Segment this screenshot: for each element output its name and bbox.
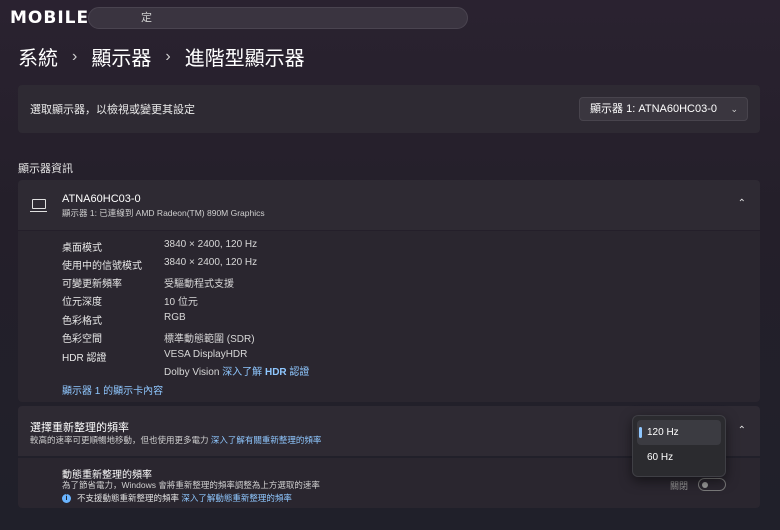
section-title: 顯示器資訊 (18, 163, 73, 175)
select-display-card: 選取顯示器，以檢視或變更其設定 顯示器 1: ATNA60HC03-0 ⌄ (18, 85, 760, 133)
adapter-properties-link[interactable]: 顯示器 1 的顯示卡內容 (62, 382, 163, 397)
refresh-rate-desc-text: 較高的速率可更順暢地移動，但也使用更多電力 (30, 435, 209, 445)
prop-value: 3840 × 2400, 120 Hz (164, 239, 258, 250)
chevron-right-icon: › (165, 47, 171, 65)
display-select-value: 顯示器 1: ATNA60HC03-0 (590, 103, 717, 115)
breadcrumb: 系統 › 顯示器 › 進階型顯示器 (18, 42, 305, 71)
prop-value: RGB (164, 312, 186, 323)
prop-label: 可變更新頻率 (62, 279, 122, 290)
dynamic-refresh-note-text: 不支援動態重新整理的頻率 (77, 493, 180, 503)
prop-value: 受驅動程式支援 (164, 279, 234, 290)
dynamic-refresh-toggle[interactable] (698, 478, 726, 491)
prop-label: 桌面模式 (62, 243, 102, 254)
hdr-link-bold: HDR (264, 367, 287, 378)
hdr-link-suffix: 認證 (289, 367, 310, 378)
page-title: 進階型顯示器 (184, 48, 305, 70)
refresh-rate-dropdown-menu: 120 Hz 60 Hz (632, 415, 726, 477)
refresh-rate-desc: 較高的速率可更順暢地移動，但也使用更多電力 深入了解有關重新整理的頻率 (30, 434, 321, 446)
info-icon: i (62, 493, 71, 503)
hdr-link-prefix: 深入了解 (222, 367, 263, 378)
toggle-label: 關閉 (669, 481, 688, 491)
display-info-body: 桌面模式 3840 × 2400, 120 Hz 使用中的信號模式 3840 ×… (18, 231, 760, 402)
refresh-option-60[interactable]: 60 Hz (637, 445, 721, 470)
prop-value: VESA DisplayHDR (164, 349, 248, 360)
prop-label: HDR 認證 (62, 353, 107, 364)
breadcrumb-item-system[interactable]: 系統 (18, 42, 58, 71)
display-info-header[interactable]: ATNA60HC03-0 顯示器 1: 已連線到 AMD Radeon(TM) … (18, 180, 760, 230)
chevron-up-icon[interactable]: ⌃ (738, 425, 746, 436)
dynamic-refresh-desc: 為了節省電力，Windows 會將重新整理的頻率調整為上方選取的速率 (62, 480, 320, 490)
display-subtitle: 顯示器 1: 已連線到 AMD Radeon(TM) 890M Graphics (62, 208, 265, 218)
prop-value: 3840 × 2400, 120 Hz (164, 257, 258, 268)
watermark-text: MOBILE (10, 8, 90, 28)
refresh-rate-title: 選擇重新整理的頻率 (30, 422, 129, 434)
chevron-up-icon[interactable]: ⌃ (738, 198, 746, 209)
prop-value: 標準動態範圍 (SDR) (164, 334, 255, 345)
dynamic-refresh-learn-link[interactable]: 深入了解動態重新整理的頻率 (181, 492, 292, 504)
refresh-rate-learn-link[interactable]: 深入了解有關重新整理的頻率 (211, 435, 322, 445)
prop-label: 色彩空間 (62, 334, 102, 345)
chevron-down-icon: ⌄ (730, 104, 738, 114)
hdr-cert-link[interactable]: 深入了解 HDR 認證 (222, 367, 309, 378)
prop-value: 10 位元 (164, 297, 198, 308)
display-name: ATNA60HC03-0 (62, 193, 141, 205)
search-input[interactable]: 定 (88, 7, 468, 29)
monitor-icon (30, 199, 47, 212)
display-select-dropdown[interactable]: 顯示器 1: ATNA60HC03-0 ⌄ (579, 97, 748, 121)
prop-label: 色彩格式 (62, 316, 102, 327)
select-display-label: 選取顯示器，以檢視或變更其設定 (30, 104, 195, 116)
chevron-right-icon: › (72, 47, 78, 65)
dolby-text: Dolby Vision (164, 367, 220, 378)
breadcrumb-item-display[interactable]: 顯示器 (91, 42, 151, 71)
prop-label: 位元深度 (62, 297, 102, 308)
refresh-option-120[interactable]: 120 Hz (637, 420, 721, 445)
dolby-row: Dolby Vision 深入了解 HDR 認證 (164, 363, 309, 378)
prop-label: 使用中的信號模式 (62, 261, 142, 272)
dynamic-refresh-note: i 不支援動態重新整理的頻率 深入了解動態重新整理的頻率 (62, 492, 292, 504)
